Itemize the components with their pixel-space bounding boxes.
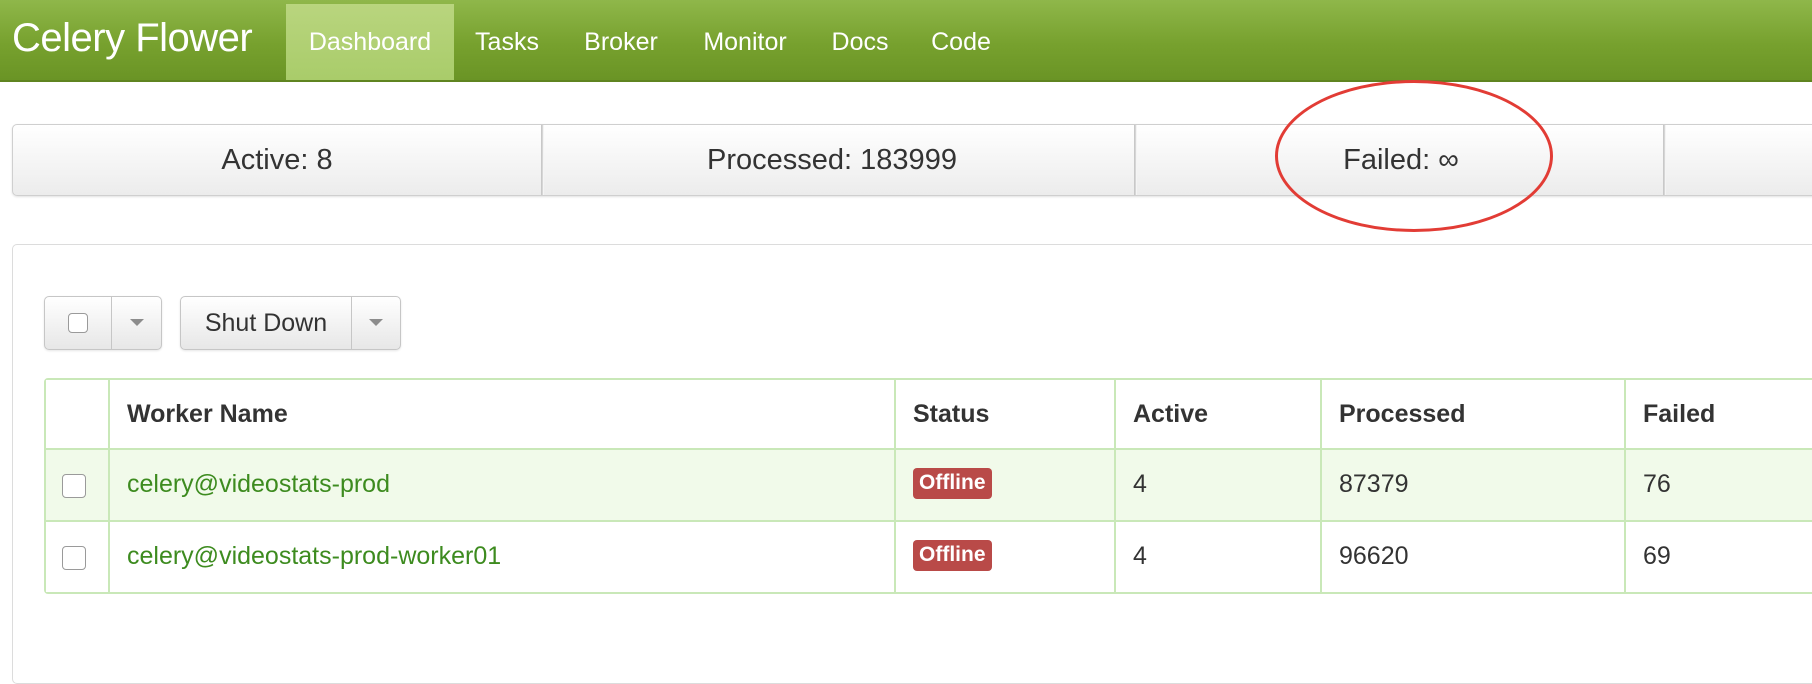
select-all-checkbox-button[interactable] xyxy=(45,297,111,349)
status-badge: Offline xyxy=(913,468,992,499)
processed-cell: 96620 xyxy=(1322,522,1626,592)
column-header-failed[interactable]: Failed xyxy=(1626,380,1812,448)
table-header-row: Worker Name Status Active Processed Fail… xyxy=(46,380,1812,450)
nav-item-monitor[interactable]: Monitor xyxy=(685,4,805,80)
select-all-checkbox[interactable] xyxy=(68,312,88,333)
nav-item-tasks[interactable]: Tasks xyxy=(455,4,559,80)
processed-cell: 87379 xyxy=(1322,450,1626,520)
table-row: celery@videostats-prod Offline 4 87379 7… xyxy=(46,450,1812,522)
nav-item-broker[interactable]: Broker xyxy=(565,4,677,80)
active-cell: 4 xyxy=(1116,522,1322,592)
select-dropdown-toggle[interactable] xyxy=(111,297,161,349)
failed-cell: 69 xyxy=(1643,542,1671,570)
table-row: celery@videostats-prod-worker01 Offline … xyxy=(46,522,1812,592)
row-checkbox[interactable] xyxy=(62,546,86,570)
row-select-cell xyxy=(46,450,110,520)
top-navbar: Celery Flower Dashboard Tasks Broker Mon… xyxy=(0,0,1812,82)
shutdown-button-group: Shut Down xyxy=(180,296,401,350)
worker-name-cell: celery@videostats-prod-worker01 xyxy=(110,522,896,592)
header-select-cell xyxy=(46,380,110,448)
column-header-active[interactable]: Active xyxy=(1116,380,1322,448)
brand-title[interactable]: Celery Flower xyxy=(12,16,253,61)
workers-table: Worker Name Status Active Processed Fail… xyxy=(44,378,1812,594)
stat-active[interactable]: Active: 8 xyxy=(13,125,541,195)
worker-link[interactable]: celery@videostats-prod-worker01 xyxy=(127,542,501,571)
worker-name-cell: celery@videostats-prod xyxy=(110,450,896,520)
row-select-cell xyxy=(46,522,110,592)
status-cell: Offline xyxy=(896,450,1116,520)
nav-item-dashboard[interactable]: Dashboard xyxy=(286,4,454,80)
column-header-status[interactable]: Status xyxy=(896,380,1116,448)
failed-cell: 76 xyxy=(1643,470,1671,498)
column-header-processed[interactable]: Processed xyxy=(1322,380,1626,448)
annotation-circle xyxy=(1275,80,1553,232)
nav-item-code[interactable]: Code xyxy=(915,4,1007,80)
worker-link[interactable]: celery@videostats-prod xyxy=(127,470,390,499)
nav-item-docs[interactable]: Docs xyxy=(815,4,905,80)
row-checkbox[interactable] xyxy=(62,474,86,498)
stat-processed[interactable]: Processed: 183999 xyxy=(544,125,1120,195)
caret-down-icon xyxy=(129,319,144,327)
shutdown-button[interactable]: Shut Down xyxy=(181,297,351,349)
active-cell: 4 xyxy=(1116,450,1322,520)
shutdown-dropdown-toggle[interactable] xyxy=(351,297,400,349)
column-header-worker-name[interactable]: Worker Name xyxy=(110,380,896,448)
select-all-button-group xyxy=(44,296,162,350)
shutdown-label: Shut Down xyxy=(204,309,328,337)
caret-down-icon xyxy=(369,319,383,327)
status-cell: Offline xyxy=(896,522,1116,592)
stat-divider xyxy=(1663,125,1666,195)
status-badge: Offline xyxy=(913,540,992,571)
